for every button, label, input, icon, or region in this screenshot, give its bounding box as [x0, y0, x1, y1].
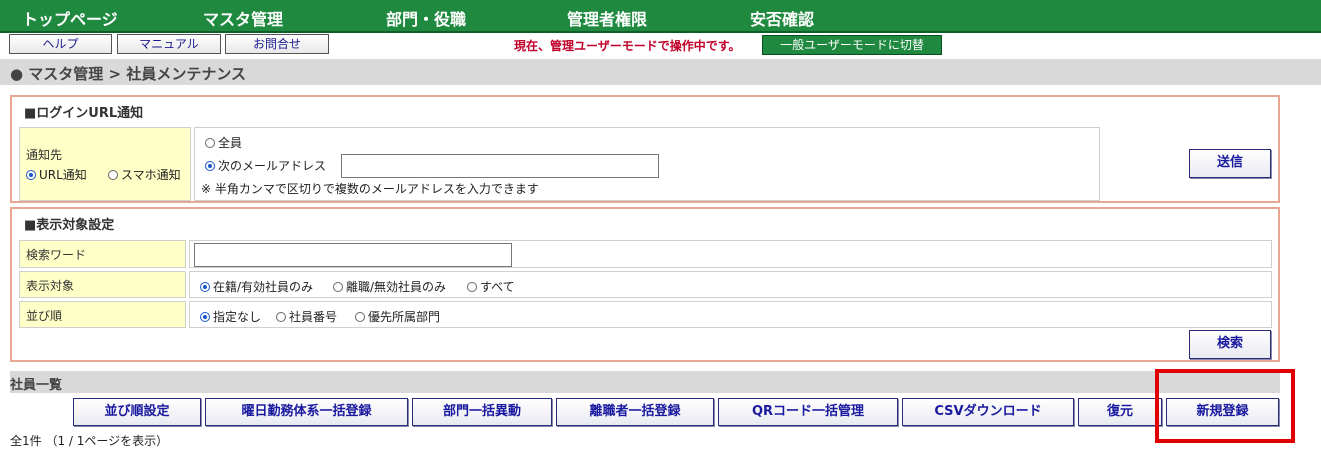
employee-list-header: 社員一覧 — [10, 371, 1280, 393]
qr-code-management-button[interactable]: QRコード一括管理 — [718, 398, 898, 426]
sort-order-label: 並び順 — [26, 309, 63, 323]
csv-download-button[interactable]: CSVダウンロード — [902, 398, 1074, 426]
radio-icon — [205, 138, 215, 148]
employee-list-title: 社員一覧 — [10, 378, 63, 393]
keyword-cell — [189, 240, 1272, 268]
radio-icon — [200, 282, 210, 292]
radio-label: 優先所属部門 — [368, 310, 441, 324]
sort-order-label-cell: 並び順 — [19, 301, 186, 328]
radio-icon — [200, 312, 210, 322]
radio-label: 指定なし — [213, 310, 262, 324]
radio-label: 全員 — [218, 136, 243, 150]
radio-icon — [333, 282, 343, 292]
nav-top-page[interactable]: トップページ — [22, 6, 118, 30]
breadcrumb: ● マスタ管理 > 社員メンテナンス — [0, 59, 1321, 85]
display-target-label-cell: 表示対象 — [19, 271, 186, 298]
radio-label: 離職/無効社員のみ — [346, 280, 447, 294]
radio-label: URL通知 — [39, 168, 87, 182]
radio-smartphone-notice[interactable]: スマホ通知 — [108, 166, 181, 183]
radio-sort-none[interactable]: 指定なし — [200, 308, 261, 325]
radio-icon — [205, 161, 215, 171]
radio-email-address[interactable]: 次のメールアドレス — [205, 157, 326, 174]
page-title: ● マスタ管理 > 社員メンテナンス — [10, 65, 247, 83]
sort-settings-button[interactable]: 並び順設定 — [73, 398, 201, 426]
radio-url-notice[interactable]: URL通知 — [26, 166, 87, 183]
nav-admin-permissions[interactable]: 管理者権限 — [567, 6, 647, 30]
search-keyword-input[interactable] — [194, 243, 512, 267]
contact-button[interactable]: お問合せ — [225, 34, 329, 54]
display-target-cell: 在籍/有効社員のみ 離職/無効社員のみ すべて — [189, 271, 1272, 298]
help-button[interactable]: ヘルプ — [9, 34, 112, 54]
keyword-label: 検索ワード — [26, 248, 87, 262]
radio-inactive-employees[interactable]: 離職/無効社員のみ — [333, 278, 446, 295]
radio-icon — [467, 282, 477, 292]
display-target-label: 表示対象 — [26, 279, 75, 293]
radio-sort-employee-number[interactable]: 社員番号 — [276, 308, 337, 325]
radio-label: すべて — [480, 280, 515, 294]
radio-label: 次のメールアドレス — [218, 159, 327, 173]
radio-icon — [26, 170, 36, 180]
panel-title-login-url: ■ログインURL通知 — [24, 106, 144, 121]
radio-label: 社員番号 — [289, 310, 338, 324]
result-summary: 全1件 （1 / 1ページを表示） — [10, 434, 169, 448]
restore-button[interactable]: 復元 — [1078, 398, 1162, 426]
mode-message: 現在、管理ユーザーモードで操作中です。 — [514, 39, 741, 53]
radio-label: スマホ通知 — [121, 168, 181, 182]
radio-sort-primary-department[interactable]: 優先所属部門 — [355, 308, 440, 325]
manual-button[interactable]: マニュアル — [117, 34, 221, 54]
panel-title-display-settings: ■表示対象設定 — [24, 218, 115, 233]
radio-icon — [108, 170, 118, 180]
switch-user-mode-button[interactable]: 一般ユーザーモードに切替 — [762, 35, 942, 55]
display-settings-panel: ■表示対象設定 検索ワード 表示対象 在籍/有効社員のみ 離職/無効社員のみ す… — [10, 207, 1280, 362]
keyword-label-cell: 検索ワード — [19, 240, 186, 268]
nav-master-management[interactable]: マスタ管理 — [203, 6, 283, 30]
radio-all-employees[interactable]: すべて — [467, 278, 515, 295]
bulk-retiree-registration-button[interactable]: 離職者一括登録 — [556, 398, 714, 426]
login-url-notice-panel: ■ログインURL通知 通知先 URL通知 スマホ通知 全員 次のメールアドレス … — [10, 95, 1280, 203]
search-button[interactable]: 検索 — [1189, 330, 1271, 359]
notify-target-label-cell: 通知先 URL通知 スマホ通知 — [19, 127, 191, 201]
top-navigation: トップページ マスタ管理 部門・役職 管理者権限 安否確認 — [0, 0, 1321, 33]
highlight-box — [1155, 369, 1295, 443]
nav-safety-confirmation[interactable]: 安否確認 — [750, 6, 814, 30]
bulk-department-transfer-button[interactable]: 部門一括異動 — [412, 398, 552, 426]
radio-icon — [355, 312, 365, 322]
notify-target-label: 通知先 — [26, 148, 63, 162]
sort-order-cell: 指定なし 社員番号 優先所属部門 — [189, 301, 1272, 328]
radio-active-employees[interactable]: 在籍/有効社員のみ — [200, 278, 313, 295]
radio-icon — [276, 312, 286, 322]
email-address-input[interactable] — [341, 154, 659, 178]
nav-department-position[interactable]: 部門・役職 — [386, 6, 466, 30]
email-note: ※ 半角カンマで区切りで複数のメールアドレスを入力できます — [201, 182, 539, 196]
radio-label: 在籍/有効社員のみ — [213, 280, 314, 294]
bulk-weekday-schedule-button[interactable]: 曜日勤務体系一括登録 — [205, 398, 408, 426]
recipient-cell: 全員 次のメールアドレス ※ 半角カンマで区切りで複数のメールアドレスを入力でき… — [194, 127, 1100, 201]
radio-all[interactable]: 全員 — [205, 134, 242, 151]
send-button[interactable]: 送信 — [1189, 149, 1271, 178]
